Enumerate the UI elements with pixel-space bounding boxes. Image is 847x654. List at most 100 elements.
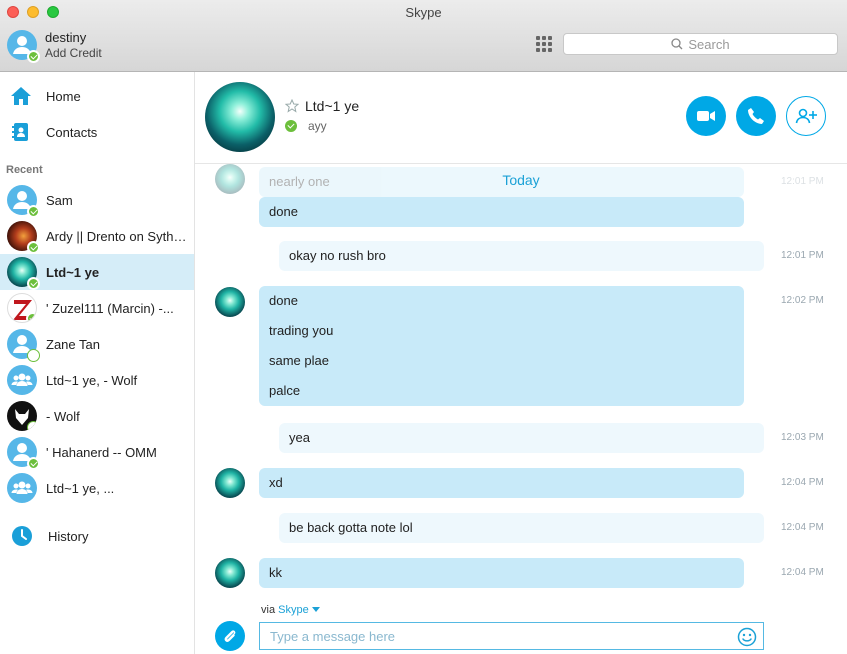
contact-avatar xyxy=(7,473,37,503)
conversation-avatar[interactable] xyxy=(205,82,275,152)
attach-file-button[interactable] xyxy=(215,621,245,651)
online-status-icon xyxy=(27,277,40,290)
contact-avatar xyxy=(7,257,40,290)
clock-icon xyxy=(12,526,32,546)
nav-home[interactable]: Home xyxy=(0,78,194,114)
online-status-icon xyxy=(27,205,40,218)
audio-call-button[interactable] xyxy=(736,96,776,136)
incoming-message[interactable]: done trading you same plae palce xyxy=(259,286,744,406)
contact-avatar xyxy=(7,221,40,254)
message-text: same plae xyxy=(269,353,329,368)
sender-avatar[interactable] xyxy=(215,287,245,317)
message-text: trading you xyxy=(269,323,334,338)
add-credit-link[interactable]: Add Credit xyxy=(45,46,102,60)
contact-avatar xyxy=(7,365,37,395)
contact-avatar xyxy=(7,185,40,218)
service-selector[interactable]: Skype xyxy=(278,604,309,616)
via-service: via Skype xyxy=(261,604,320,616)
away-status-icon xyxy=(27,421,37,431)
dialpad-icon[interactable] xyxy=(536,36,552,52)
conversation-name: Ltd~1 ye xyxy=(305,98,360,114)
contact-avatar xyxy=(7,437,40,470)
conversation-pane: Ltd~1 ye ayy nearly one 12:01 PM done okay … xyxy=(195,72,847,654)
message-text: done xyxy=(269,204,298,219)
message-timestamp: 12:01 PM xyxy=(781,250,824,261)
add-person-icon xyxy=(795,108,817,124)
contact-name: ' Hahanerd -- OMM xyxy=(46,444,157,460)
incoming-message[interactable]: kk xyxy=(259,558,744,588)
incoming-message[interactable]: done xyxy=(259,197,744,227)
contact-name: Ardy || Drento on Sythe || xyxy=(46,228,191,244)
video-camera-icon xyxy=(697,111,715,121)
emoticon-icon[interactable] xyxy=(737,627,757,647)
title-bar: Skype destiny Add Credit Search xyxy=(0,0,847,72)
outgoing-message[interactable]: be back gotta note lol xyxy=(279,513,764,543)
nav-home-label: Home xyxy=(46,88,81,104)
message-timestamp: 12:03 PM xyxy=(781,432,824,443)
search-placeholder: Search xyxy=(688,36,730,52)
add-people-button[interactable] xyxy=(786,96,826,136)
message-timestamp: 12:02 PM xyxy=(781,295,824,306)
message-composer[interactable] xyxy=(259,622,764,650)
contact-name: - Wolf xyxy=(46,408,80,424)
online-status-icon xyxy=(26,312,36,322)
mood-message: ayy xyxy=(308,119,327,133)
nav-contacts-label: Contacts xyxy=(46,124,98,140)
contact-name: Ltd~1 ye, ... xyxy=(46,480,115,496)
phone-icon xyxy=(748,108,764,124)
message-text: be back gotta note lol xyxy=(289,520,413,535)
via-label: via xyxy=(261,604,276,616)
recent-contact-item[interactable]: ' Hahanerd -- OMM xyxy=(0,434,194,470)
recent-contact-item[interactable]: Ardy || Drento on Sythe || xyxy=(0,218,194,254)
online-status-icon xyxy=(27,457,40,470)
online-status-icon xyxy=(27,49,40,63)
recent-contact-item[interactable]: Ltd~1 ye xyxy=(0,254,194,290)
date-divider: Today xyxy=(502,172,540,188)
group-icon xyxy=(11,373,33,386)
recent-contact-item[interactable]: - Wolf xyxy=(0,398,194,434)
sender-avatar[interactable] xyxy=(215,468,245,498)
recent-contact-item[interactable]: Ltd~1 ye, ... xyxy=(0,470,194,506)
message-timestamp: 12:04 PM xyxy=(781,522,824,533)
message-list[interactable]: nearly one 12:01 PM done okay no rush bro 12… xyxy=(195,164,847,594)
recent-contacts-list: Sam Ardy || Drento on Sythe || Ltd~1 ye ' Z… xyxy=(0,182,194,506)
message-text: palce xyxy=(269,383,301,398)
search-box[interactable]: Search xyxy=(563,33,838,55)
recent-contact-item[interactable]: ' Zuzel111 (Marcin) -... xyxy=(0,290,194,326)
recent-contact-item[interactable]: Ltd~1 ye, - Wolf xyxy=(0,362,194,398)
home-icon xyxy=(11,87,31,105)
chevron-down-icon[interactable] xyxy=(311,607,320,613)
video-call-button[interactable] xyxy=(686,96,726,136)
paperclip-icon xyxy=(224,630,236,642)
recent-contact-item[interactable]: Zane Tan xyxy=(0,326,194,362)
online-status-icon xyxy=(285,120,297,132)
contact-name: ' Zuzel111 (Marcin) -... xyxy=(46,300,174,316)
contact-avatar xyxy=(7,329,40,362)
conversation-header: Ltd~1 ye ayy xyxy=(195,72,847,164)
sidebar: Home Contacts Recent Sam Ardy || Drento o… xyxy=(0,72,195,654)
sender-avatar[interactable] xyxy=(215,558,245,588)
nav-history-label: History xyxy=(48,528,89,544)
contact-name: Ltd~1 ye xyxy=(46,264,100,280)
outgoing-message[interactable]: okay no rush bro xyxy=(279,241,764,271)
message-text: xd xyxy=(269,475,283,490)
recent-heading: Recent xyxy=(6,164,43,176)
message-input[interactable] xyxy=(260,623,720,649)
favorite-star-icon[interactable] xyxy=(285,99,299,113)
outgoing-message[interactable]: yea xyxy=(279,423,764,453)
contact-name: Sam xyxy=(46,192,73,208)
incoming-message[interactable]: xd xyxy=(259,468,744,498)
contact-name: Ltd~1 ye, - Wolf xyxy=(46,372,138,388)
nav-history[interactable]: History xyxy=(0,518,194,554)
my-name: destiny xyxy=(45,30,87,45)
message-timestamp: 12:04 PM xyxy=(781,477,824,488)
my-avatar[interactable] xyxy=(7,29,40,63)
my-profile[interactable]: destiny Add Credit xyxy=(7,29,102,63)
online-status-icon xyxy=(27,241,40,254)
contact-avatar xyxy=(7,401,37,431)
message-text: done xyxy=(269,293,298,308)
search-icon xyxy=(671,38,683,50)
window-title: Skype xyxy=(405,5,442,20)
recent-contact-item[interactable]: Sam xyxy=(0,182,194,218)
nav-contacts[interactable]: Contacts xyxy=(0,114,194,150)
